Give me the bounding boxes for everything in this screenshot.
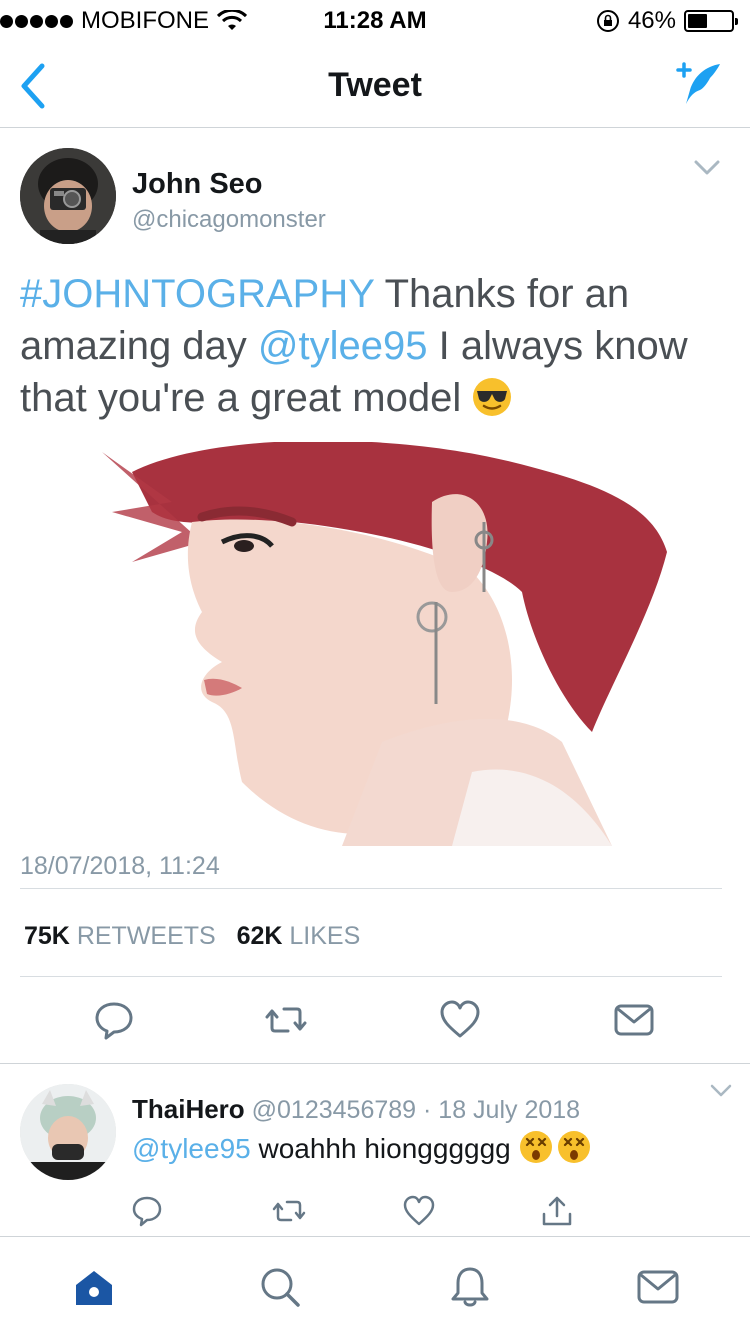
avatar-image — [20, 148, 116, 244]
notifications-bell-icon[interactable] — [448, 1265, 492, 1309]
reply-author-avatar[interactable] — [20, 1084, 116, 1180]
photo-image — [92, 442, 672, 846]
author-avatar[interactable] — [20, 148, 116, 244]
sunglasses-emoji-icon — [473, 378, 512, 416]
chevron-down-icon[interactable] — [710, 1084, 732, 1098]
reply-header: ThaiHero @0123456789 · 18 July 2018 — [132, 1094, 580, 1125]
tweet-stats: 75K RETWEETS 62K LIKES — [24, 922, 360, 951]
divider — [20, 976, 722, 977]
status-bar: MOBIFONE 11:28 AM 46% — [0, 0, 750, 40]
home-icon[interactable] — [72, 1265, 116, 1309]
page-title: Tweet — [328, 66, 422, 104]
dot-separator: · — [423, 1096, 432, 1124]
mention-link[interactable]: @tylee95 — [258, 324, 428, 368]
tweet-actions — [0, 998, 750, 1062]
reply-mention-link[interactable]: @tylee95 — [132, 1133, 251, 1164]
reply-text: @tylee95 woahhh hiongggggg — [132, 1130, 591, 1165]
status-right: 46% — [596, 7, 738, 35]
search-icon[interactable] — [258, 1265, 302, 1309]
retweet-label: RETWEETS — [76, 922, 216, 950]
tweet-photo[interactable] — [92, 442, 672, 846]
section-separator — [0, 1063, 750, 1064]
reply-date: 18 July 2018 — [438, 1096, 581, 1124]
dizzy-face-emoji-icon — [519, 1131, 552, 1163]
reply-author-handle[interactable]: @0123456789 — [252, 1096, 416, 1124]
avatar-image — [20, 1084, 116, 1180]
rotation-lock-icon — [596, 10, 619, 32]
like-heart-icon[interactable] — [438, 998, 482, 1042]
likes-count: 62K — [236, 922, 283, 950]
tab-bar — [0, 1236, 750, 1334]
likes-label: LIKES — [289, 922, 361, 950]
hashtag-link[interactable]: #JOHNTOGRAPHY — [20, 272, 374, 316]
reply-icon[interactable] — [92, 998, 136, 1042]
messages-icon[interactable] — [636, 1265, 680, 1309]
divider — [20, 888, 722, 889]
author-handle[interactable]: @chicagomonster — [132, 206, 326, 234]
reply-body: woahhh hiongggggg — [250, 1133, 519, 1164]
reply-author-name[interactable]: ThaiHero — [132, 1094, 245, 1124]
reply-icon[interactable] — [130, 1194, 164, 1228]
retweet-stat[interactable]: 75K RETWEETS — [24, 922, 216, 950]
like-heart-icon[interactable] — [402, 1194, 436, 1228]
tweet-timestamp: 18/07/2018, 11:24 — [20, 852, 220, 880]
author-name[interactable]: John Seo — [132, 168, 263, 201]
battery-percent: 46% — [627, 7, 676, 34]
nav-bar: Tweet — [0, 40, 750, 128]
retweet-icon[interactable] — [272, 1194, 306, 1228]
likes-stat[interactable]: 62K LIKES — [237, 922, 361, 950]
battery-icon — [684, 10, 738, 32]
dizzy-face-emoji-icon — [557, 1131, 590, 1163]
reply-tweet[interactable]: ThaiHero @0123456789 · 18 July 2018 @tyl… — [0, 1066, 750, 1236]
tweet-text: #JOHNTOGRAPHY Thanks for an amazing day … — [20, 268, 720, 424]
compose-tweet-icon[interactable] — [668, 56, 724, 112]
retweet-count: 75K — [24, 922, 70, 950]
direct-message-icon[interactable] — [612, 998, 656, 1042]
chevron-down-icon[interactable] — [694, 160, 720, 176]
share-icon[interactable] — [540, 1194, 574, 1228]
retweet-icon[interactable] — [264, 998, 308, 1042]
